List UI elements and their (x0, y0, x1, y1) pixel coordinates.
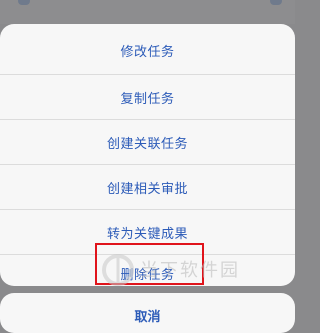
copy-task-button[interactable]: 复制任务 (0, 75, 295, 119)
edit-task-button[interactable]: 修改任务 (0, 28, 295, 72)
background-dot (18, 0, 30, 5)
cancel-button[interactable]: 取消 (0, 293, 295, 333)
cancel-label: 取消 (134, 310, 161, 325)
create-related-approval-label: 创建相关审批 (106, 181, 188, 197)
create-linked-task-button[interactable]: 创建关联任务 (0, 120, 295, 164)
watermark: 当下软件园 (100, 252, 290, 288)
watermark-text: 当下软件园 (140, 260, 240, 281)
copy-task-label: 复制任务 (120, 91, 175, 107)
dimmed-background (0, 0, 295, 24)
create-related-approval-button[interactable]: 创建相关审批 (0, 165, 295, 209)
convert-key-result-label: 转为关键成果 (106, 226, 188, 242)
watermark-logo-icon (102, 254, 134, 286)
create-linked-task-label: 创建关联任务 (106, 136, 188, 152)
edit-task-label: 修改任务 (120, 44, 175, 60)
background-dot (270, 0, 282, 5)
